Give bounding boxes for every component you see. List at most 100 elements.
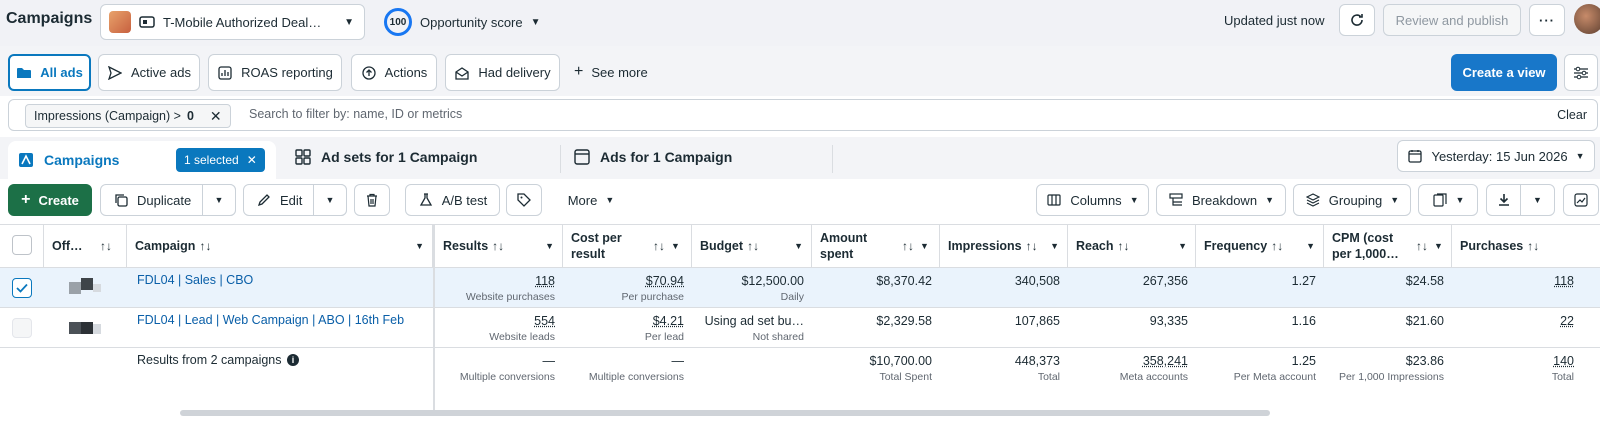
- chevron-down-icon: ▼: [530, 16, 541, 28]
- view-settings-button[interactable]: [1564, 54, 1598, 91]
- chevron-down-icon: ▼: [1390, 195, 1400, 205]
- sort-icon[interactable]: ↑↓: [653, 239, 665, 253]
- reports-button[interactable]: ▼: [1418, 184, 1478, 216]
- budget-value[interactable]: $12,500.00: [741, 274, 804, 288]
- more-button[interactable]: More ▼: [556, 184, 626, 216]
- col-campaign-label: Campaign: [135, 239, 196, 253]
- close-icon[interactable]: ✕: [247, 153, 257, 167]
- col-frequency[interactable]: Frequency ↑↓ ▼: [1196, 225, 1324, 267]
- horizontal-scrollbar[interactable]: [180, 410, 1270, 416]
- clear-filters-link[interactable]: Clear: [1557, 108, 1587, 122]
- ab-test-button[interactable]: A/B test: [405, 184, 500, 216]
- edit-dropdown[interactable]: ▼: [313, 184, 347, 216]
- export-button[interactable]: [1486, 184, 1521, 216]
- view-all-ads[interactable]: All ads: [8, 54, 91, 91]
- breakdown-button[interactable]: Breakdown ▼: [1156, 184, 1286, 216]
- refresh-button[interactable]: [1339, 4, 1375, 36]
- delivery-toggle[interactable]: [65, 318, 103, 338]
- delivery-toggle[interactable]: [65, 278, 103, 298]
- chevron-down-icon: ▼: [214, 195, 224, 205]
- more-options-button[interactable]: ···: [1529, 4, 1565, 36]
- see-more-button[interactable]: + See more: [574, 63, 648, 81]
- select-all-checkbox[interactable]: [12, 235, 32, 255]
- create-view-button[interactable]: Create a view: [1451, 54, 1557, 91]
- table-row[interactable]: FDL04 | Sales | CBO 118 Website purchases…: [0, 268, 1600, 308]
- col-results[interactable]: Results ↑↓ ▼: [435, 225, 563, 267]
- col-campaign[interactable]: Campaign ↑↓ ▼: [127, 225, 433, 267]
- sort-icon[interactable]: ↑↓: [199, 239, 409, 253]
- table-row[interactable]: FDL04 | Lead | Web Campaign | ABO | 16th…: [0, 308, 1600, 348]
- tab-adsets[interactable]: Ad sets for 1 Campaign: [295, 149, 477, 165]
- chart-toggle-button[interactable]: [1563, 184, 1599, 216]
- sort-icon[interactable]: ↑↓: [100, 239, 112, 253]
- view-actions-label: Actions: [384, 65, 428, 80]
- search-input[interactable]: [249, 107, 1149, 121]
- col-cost-per-result[interactable]: Cost per result ↑↓ ▼: [563, 225, 692, 267]
- review-publish-button[interactable]: Review and publish: [1383, 4, 1521, 36]
- sort-icon[interactable]: ↑↓: [1026, 239, 1044, 253]
- sort-icon[interactable]: ↑↓: [1527, 239, 1539, 253]
- chevron-down-icon[interactable]: ▼: [1306, 241, 1315, 251]
- sort-icon[interactable]: ↑↓: [902, 239, 914, 253]
- selected-badge[interactable]: 1 selected ✕: [176, 148, 265, 172]
- ab-test-label: A/B test: [441, 192, 488, 208]
- grid-icon: [295, 149, 311, 165]
- view-had-delivery[interactable]: Had delivery: [445, 54, 560, 91]
- row-checkbox[interactable]: [12, 318, 32, 338]
- view-actions[interactable]: Actions: [351, 54, 437, 91]
- info-icon[interactable]: i: [287, 354, 299, 366]
- col-cpm[interactable]: CPM (cost per 1,000… ↑↓ ▼: [1324, 225, 1452, 267]
- tag-button[interactable]: [506, 184, 542, 216]
- grouping-button[interactable]: Grouping ▼: [1293, 184, 1411, 216]
- row-checkbox[interactable]: [12, 278, 32, 298]
- export-dropdown[interactable]: ▼: [1520, 184, 1555, 216]
- chevron-down-icon[interactable]: ▼: [794, 241, 803, 251]
- budget-value[interactable]: Using ad set bu…: [705, 314, 804, 328]
- chevron-down-icon[interactable]: ▼: [671, 241, 680, 251]
- col-budget[interactable]: Budget ↑↓ ▼: [692, 225, 812, 267]
- plus-icon: +: [21, 191, 31, 208]
- view-active-ads[interactable]: Active ads: [98, 54, 200, 91]
- filter-chip[interactable]: Impressions (Campaign) > 0 ✕: [25, 104, 231, 128]
- duplicate-dropdown[interactable]: ▼: [202, 184, 236, 216]
- chevron-down-icon[interactable]: ▼: [545, 241, 554, 251]
- col-impressions[interactable]: Impressions ↑↓ ▼: [940, 225, 1068, 267]
- chevron-down-icon[interactable]: ▼: [920, 241, 929, 251]
- action-toolbar: + Create Duplicate ▼ Edit ▼ A/B test Mor…: [0, 179, 1600, 224]
- account-name: T-Mobile Authorized Deal…: [163, 14, 322, 30]
- cost-sub: Per purchase: [621, 291, 684, 303]
- chevron-down-icon[interactable]: ▼: [1434, 241, 1443, 251]
- view-roas-reporting[interactable]: ROAS reporting: [208, 54, 342, 91]
- opportunity-score[interactable]: 100 Opportunity score ▼: [384, 8, 541, 36]
- date-range-picker[interactable]: Yesterday: 15 Jun 2026 ▼: [1397, 140, 1595, 172]
- avatar[interactable]: [1574, 4, 1600, 34]
- more-icon: ···: [1539, 12, 1555, 28]
- sort-icon[interactable]: ↑↓: [492, 239, 539, 253]
- col-amount-spent[interactable]: Amount spent ↑↓ ▼: [812, 225, 940, 267]
- chevron-down-icon[interactable]: ▼: [1178, 241, 1187, 251]
- chevron-down-icon[interactable]: ▼: [1050, 241, 1059, 251]
- storefront-icon: [139, 14, 155, 30]
- campaign-name-link[interactable]: FDL04 | Sales | CBO: [137, 273, 253, 287]
- delete-button[interactable]: [354, 184, 390, 216]
- col-purchases[interactable]: Purchases ↑↓: [1452, 225, 1600, 267]
- sliders-icon: [1573, 65, 1589, 81]
- tab-ads[interactable]: Ads for 1 Campaign: [574, 149, 732, 165]
- results-value: 118: [535, 274, 555, 288]
- summary-reach: 358,241: [1142, 354, 1188, 368]
- create-button[interactable]: + Create: [8, 184, 92, 216]
- summary-cpm: $23.86: [1405, 354, 1444, 368]
- tab-campaigns[interactable]: Campaigns 1 selected ✕: [8, 141, 276, 179]
- chevron-down-icon[interactable]: ▼: [415, 241, 424, 251]
- col-reach[interactable]: Reach ↑↓ ▼: [1068, 225, 1196, 267]
- sort-icon[interactable]: ↑↓: [1118, 239, 1173, 253]
- sort-icon[interactable]: ↑↓: [1416, 239, 1428, 253]
- columns-button[interactable]: Columns ▼: [1036, 184, 1149, 216]
- sort-icon[interactable]: ↑↓: [747, 239, 788, 253]
- campaign-name-link[interactable]: FDL04 | Lead | Web Campaign | ABO | 16th…: [137, 313, 404, 327]
- col-off[interactable]: Off… ↑↓: [44, 225, 127, 267]
- account-selector[interactable]: T-Mobile Authorized Deal… ▼: [100, 4, 365, 40]
- sort-icon[interactable]: ↑↓: [1271, 239, 1300, 253]
- close-icon[interactable]: ✕: [210, 108, 222, 125]
- header-select-all[interactable]: [0, 225, 44, 267]
